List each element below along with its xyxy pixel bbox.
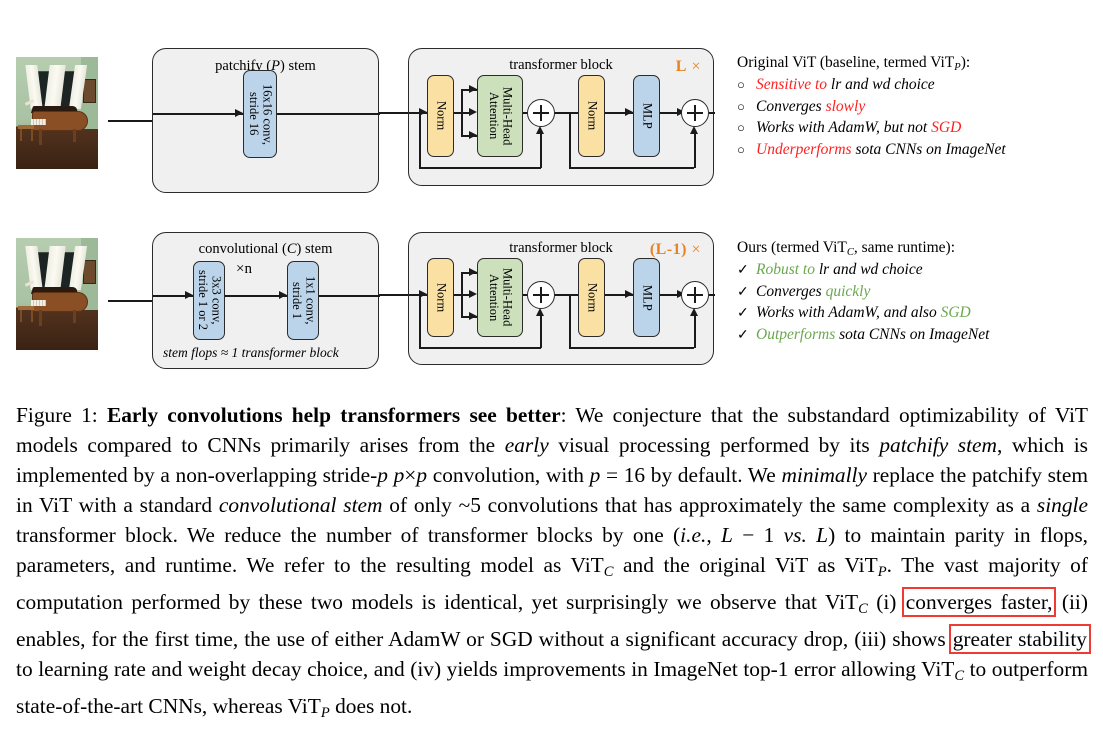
conv-title-pre: convolutional ( — [198, 241, 287, 257]
transformer-block-box-top: transformer block L × Norm Multi-Head Att… — [408, 48, 715, 186]
transformer-repeat-top: L × — [676, 58, 701, 76]
bullet-text-rest: sota CNNs on ImageNet — [835, 325, 990, 343]
norm-label-1-bottom: Norm — [434, 282, 449, 313]
transformer-repeat-bottom: (L-1) × — [650, 241, 701, 259]
ours-vit-heading-pre: Ours (termed ViT — [737, 239, 847, 256]
bullet-marker-icon: ○ — [737, 120, 745, 136]
bullet-marker-icon: ○ — [737, 98, 745, 114]
norm-label-1-top: Norm — [434, 101, 449, 131]
ours-vit-heading-sub: C — [846, 246, 854, 258]
norm-block-1-top: Norm — [427, 75, 454, 157]
residual-add-1-top — [527, 99, 555, 127]
original-vit-heading-post: ): — [960, 54, 971, 71]
transformer-block-box-bottom: transformer block (L-1) × Norm Multi-Hea… — [408, 232, 715, 365]
norm-block-2-top: Norm — [578, 75, 605, 157]
norm-block-2-bottom: Norm — [578, 258, 605, 337]
bullet-row: ○ Converges slowly — [737, 98, 1006, 116]
input-image-thumbnail-top — [16, 57, 98, 169]
repeat-times-top: × — [691, 58, 701, 75]
transformer-block-title-top: transformer block — [509, 57, 613, 73]
bullet-text-rest: lr and wd choice — [827, 76, 935, 94]
mlp-block-bottom: MLP — [633, 258, 660, 337]
bullet-text-rest: Works with AdamW, but not — [756, 119, 932, 137]
attention-block-bottom: Multi-Head Attention — [477, 258, 523, 337]
check-icon: ✓ — [737, 306, 749, 322]
figure-page: patchify (P) stem 16x16 conv, stride 16 t… — [0, 0, 1103, 749]
bullet-text-emph: SGD — [940, 304, 971, 322]
patchify-conv-label: 16x16 conv, stride 16 — [247, 83, 275, 145]
conv3x3-block: 3x3 conv, stride 1 or 2 — [193, 261, 225, 340]
original-vit-heading: Original ViT (baseline, termed ViTP): — [737, 54, 1006, 73]
conv3x3-label: 3x3 conv, stride 1 or 2 — [196, 270, 224, 331]
caption-colon: : — [560, 403, 567, 427]
bullet-text-emph: quickly — [825, 282, 871, 300]
arrow-image-to-patchify — [108, 120, 156, 122]
bullet-text-emph: Robust to — [756, 261, 815, 279]
bullet-text-emph: Underperforms — [756, 140, 852, 158]
original-vit-panel: Original ViT (baseline, termed ViTP): ○ … — [737, 54, 1006, 159]
bullet-text-rest: Converges — [756, 282, 826, 300]
residual-add-2-top — [681, 99, 709, 127]
conv1x1-block: 1x1 conv, stride 1 — [287, 261, 319, 340]
bullet-row: ✓ Robust to lr and wd choice — [737, 261, 989, 279]
norm-label-2-bottom: Norm — [585, 282, 600, 313]
attention-label-top: Multi-Head Attention — [487, 86, 515, 146]
bullet-marker-icon: ○ — [737, 77, 745, 93]
bullet-text-emph: Sensitive to — [756, 76, 828, 94]
bullet-row: ✓ Outperforms sota CNNs on ImageNet — [737, 326, 989, 344]
patchify-title-post: ) stem — [279, 58, 316, 74]
conv-stem-multiplier: ×n — [236, 261, 252, 277]
mlp-label-top: MLP — [640, 103, 655, 129]
arrow-image-to-convstem — [108, 300, 156, 302]
bullet-text-rest: Converges — [756, 97, 826, 115]
check-icon: ✓ — [737, 263, 749, 279]
caption-body: We conjecture that the substandard optim… — [16, 403, 1092, 722]
patchify-stem-box: patchify (P) stem 16x16 conv, stride 16 — [152, 48, 380, 193]
mlp-label-bottom: MLP — [640, 284, 655, 311]
bullet-text-rest: Works with AdamW, and also — [756, 304, 941, 322]
highlight-greater-stability: greater stability — [948, 624, 1092, 655]
conv-stem-title: convolutional (C) stem — [153, 241, 378, 258]
residual-add-1-bottom — [527, 281, 555, 309]
figure-caption: Figure 1: Early convolutions help transf… — [16, 400, 1092, 728]
check-icon: ✓ — [737, 327, 749, 343]
bullet-text-emph: slowly — [825, 97, 866, 115]
conv-title-post: ) stem — [296, 241, 333, 257]
bullet-row: ○ Underperforms sota CNNs on ImageNet — [737, 141, 1006, 159]
check-icon: ✓ — [737, 284, 749, 300]
bullet-marker-icon: ○ — [737, 141, 745, 157]
bullet-row: ○ Sensitive to lr and wd choice — [737, 76, 1006, 94]
ours-vit-panel: Ours (termed ViTC, same runtime): ✓ Robu… — [737, 239, 989, 344]
patchify-conv-block: 16x16 conv, stride 16 — [243, 70, 277, 158]
repeat-count-top: L — [675, 58, 687, 75]
ours-vit-heading-post: , same runtime): — [853, 239, 956, 256]
mlp-block-top: MLP — [633, 75, 660, 157]
norm-block-1-bottom: Norm — [427, 258, 454, 337]
repeat-times-bottom: × — [691, 241, 701, 258]
residual-add-2-bottom — [681, 281, 709, 309]
bullet-row: ✓ Works with AdamW, and also SGD — [737, 304, 989, 322]
bullet-text-emph: Outperforms — [756, 325, 836, 343]
caption-label: Figure 1: — [16, 403, 98, 427]
original-vit-heading-pre: Original ViT (baseline, termed ViT — [737, 54, 955, 71]
conv-title-symbol: C — [286, 241, 297, 257]
norm-label-2-top: Norm — [585, 101, 600, 131]
highlight-converges-faster: converges faster, — [901, 587, 1057, 618]
attention-block-top: Multi-Head Attention — [477, 75, 523, 157]
bullet-row: ○ Works with AdamW, but not SGD — [737, 119, 1006, 137]
attention-label-bottom: Multi-Head Attention — [487, 268, 515, 327]
bullet-row: ✓ Converges quickly — [737, 283, 989, 301]
bullet-text-emph: SGD — [931, 119, 962, 137]
conv1x1-label: 1x1 conv, stride 1 — [290, 276, 318, 325]
stem-flops-note: stem flops ≈ 1 transformer block — [163, 345, 339, 360]
input-image-thumbnail-bottom — [16, 238, 98, 350]
bullet-text-rest: lr and wd choice — [815, 261, 923, 279]
repeat-count-bottom: (L-1) — [649, 241, 687, 258]
convolutional-stem-box: convolutional (C) stem 3x3 conv, stride 1… — [152, 232, 380, 369]
bullet-text-rest: sota CNNs on ImageNet — [851, 140, 1006, 158]
ours-vit-heading: Ours (termed ViTC, same runtime): — [737, 239, 989, 258]
caption-bold-title: Early convolutions help transformers see… — [106, 403, 561, 427]
